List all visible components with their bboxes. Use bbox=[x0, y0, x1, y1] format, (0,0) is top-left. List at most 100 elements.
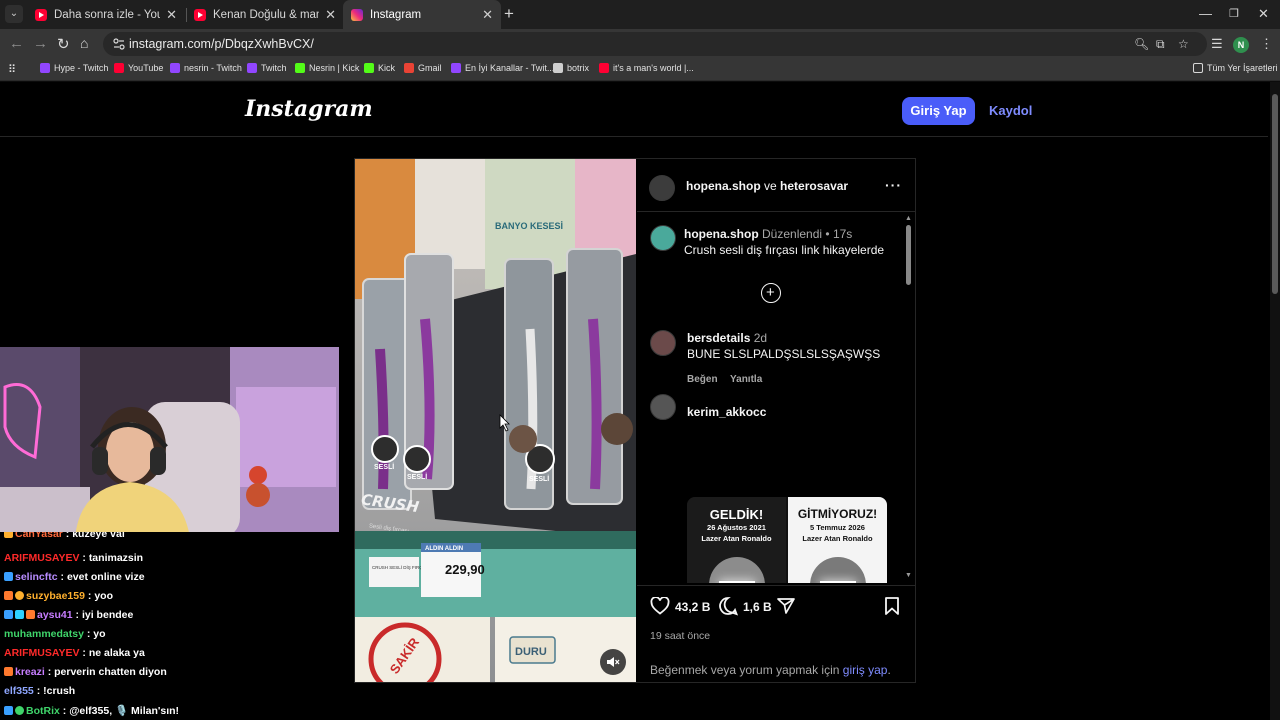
reading-list-icon[interactable]: ☰ bbox=[1211, 36, 1223, 52]
login-button[interactable]: Giriş Yap bbox=[902, 97, 975, 125]
browser-toolbar: ← → ↻ ⌂ instagram.com/p/DbqzXwhBvCX/ 🔍︎ … bbox=[0, 29, 1280, 59]
author-avatar[interactable] bbox=[649, 175, 675, 201]
bookmark-gmail[interactable]: Gmail bbox=[404, 63, 442, 73]
video-frame-illustration: BANYO KESESİ SESLİ SESLİ SESLİ CRUSH Ses… bbox=[355, 159, 636, 682]
chat-text: kuzeye val bbox=[72, 532, 125, 540]
more-options-icon[interactable]: ··· bbox=[885, 177, 902, 193]
signup-link[interactable]: Kaydol bbox=[989, 103, 1032, 118]
zoom-icon[interactable]: 🔍︎ bbox=[1134, 37, 1149, 51]
sesli-text-right: SESLİ bbox=[529, 475, 549, 483]
chat-username: BotRix bbox=[26, 705, 60, 717]
comments-scrollbar[interactable]: ▲ ▼ bbox=[905, 215, 913, 583]
stream-chat: CanYasar : kuzeye val ARIFMUSAYEV : tani… bbox=[0, 532, 339, 720]
close-icon[interactable]: ✕ bbox=[325, 7, 336, 23]
plus-icon: + bbox=[766, 284, 775, 301]
mute-button[interactable] bbox=[600, 649, 626, 675]
restore-button[interactable]: ❐ bbox=[1229, 7, 1239, 20]
close-icon[interactable]: ✕ bbox=[166, 7, 177, 23]
all-bookmarks-folder[interactable]: Tüm Yer İşaretleri bbox=[1193, 63, 1278, 73]
comment-username[interactable]: bersdetails bbox=[687, 331, 750, 345]
menu-icon[interactable]: ⋮ bbox=[1260, 36, 1273, 52]
likes-count: 43,2 B bbox=[675, 600, 711, 614]
collaborator-username[interactable]: heterosavar bbox=[780, 179, 848, 193]
login-prompt-suffix: . bbox=[887, 663, 891, 677]
comment-time: 2d bbox=[753, 331, 768, 345]
forward-button[interactable]: → bbox=[33, 35, 48, 52]
chat-text: ne alaka ya bbox=[88, 647, 145, 659]
meme-left-panel: GELDİK! 26 Ağustos 2021 Lazer Atan Ronal… bbox=[687, 497, 786, 583]
bookmark-label: it's a man's world |... bbox=[613, 63, 694, 73]
bookmark-label: Tüm Yer İşaretleri bbox=[1207, 63, 1278, 73]
comment-header: kerim_akkocc bbox=[687, 405, 766, 419]
bookmark-youtube[interactable]: YouTube bbox=[114, 63, 163, 73]
caption-avatar[interactable] bbox=[650, 225, 676, 251]
save-bookmark-icon[interactable] bbox=[883, 596, 901, 616]
bookmark-label: Nesrin | Kick bbox=[309, 63, 360, 73]
bookmark-botrix[interactable]: botrix bbox=[553, 63, 589, 73]
twitch-icon bbox=[451, 63, 461, 73]
comment-avatar[interactable] bbox=[650, 330, 676, 356]
post-header: hopena.shop ve heterosavar ··· bbox=[637, 159, 916, 212]
bookmark-star-icon[interactable]: ☆ bbox=[1178, 37, 1189, 51]
profile-avatar[interactable]: N bbox=[1233, 37, 1249, 53]
bookmark-nesrin-kick[interactable]: Nesrin | Kick bbox=[295, 63, 359, 73]
chat-username: CanYasar bbox=[15, 532, 63, 540]
scroll-thumb[interactable] bbox=[1272, 94, 1278, 294]
bookmark-kick[interactable]: Kick bbox=[364, 63, 395, 73]
comment-username[interactable]: kerim_akkocc bbox=[687, 405, 766, 419]
meme-right-panel: GİTMİYORUZ! 5 Temmuz 2026 Lazer Atan Ron… bbox=[788, 497, 887, 583]
apps-icon[interactable]: ⠿ bbox=[8, 63, 16, 76]
back-button[interactable]: ← bbox=[9, 35, 24, 52]
webcam-illustration bbox=[0, 347, 339, 538]
comment-image[interactable]: GELDİK! 26 Ağustos 2021 Lazer Atan Ronal… bbox=[687, 497, 887, 583]
comments-count: 1,6 B bbox=[743, 600, 772, 614]
chat-message: selincftc : evet online vize bbox=[4, 571, 145, 583]
instagram-logo[interactable]: Instagram bbox=[245, 96, 373, 122]
window-close-button[interactable]: ✕ bbox=[1258, 6, 1269, 22]
tab-youtube-watch-later[interactable]: Daha sonra izle - YouTube ✕ bbox=[27, 0, 185, 29]
bookmark-label: En İyi Kanallar - Twit... bbox=[465, 63, 555, 73]
home-button[interactable]: ⌂ bbox=[80, 35, 88, 51]
bookmark-label: Gmail bbox=[418, 63, 442, 73]
tab-youtube-kenan[interactable]: Kenan Doğulu & manifest - Çal ✕ bbox=[186, 0, 344, 29]
bookmark-hype-twitch[interactable]: Hype - Twitch bbox=[40, 63, 108, 73]
bookmark-label: nesrin - Twitch bbox=[184, 63, 242, 73]
comment-avatar[interactable] bbox=[650, 394, 676, 420]
meme-left-date: 26 Ağustos 2021 bbox=[707, 523, 766, 532]
caption-time: 17s bbox=[832, 227, 853, 241]
minimize-button[interactable]: — bbox=[1199, 6, 1212, 21]
reply-button[interactable]: Yanıtla bbox=[730, 374, 762, 385]
bookmark-twitch[interactable]: Twitch bbox=[247, 63, 287, 73]
chat-username: ARIFMUSAYEV bbox=[4, 552, 80, 564]
reload-button[interactable]: ↻ bbox=[57, 35, 70, 53]
promo-text: ALDIN ALDIN bbox=[425, 546, 463, 552]
tab-instagram[interactable]: Instagram ✕ bbox=[343, 0, 501, 29]
chat-message: kreazi : perverin chatten diyon bbox=[4, 666, 167, 678]
install-app-icon[interactable]: ⧉ bbox=[1156, 37, 1165, 52]
caption-username[interactable]: hopena.shop bbox=[684, 227, 759, 241]
close-icon[interactable]: ✕ bbox=[482, 7, 493, 23]
heart-icon[interactable] bbox=[650, 597, 670, 615]
site-settings-icon[interactable] bbox=[112, 37, 126, 51]
comment-icon[interactable] bbox=[718, 596, 738, 616]
login-prompt-link[interactable]: giriş yap bbox=[843, 663, 888, 677]
bookmark-mans-world[interactable]: it's a man's world |... bbox=[599, 63, 694, 73]
comments-scroll-thumb[interactable] bbox=[906, 225, 911, 285]
address-bar[interactable]: instagram.com/p/DbqzXwhBvCX/ 🔍︎ ⧉ ☆ bbox=[103, 32, 1207, 56]
load-more-comments-button[interactable]: + bbox=[761, 283, 781, 303]
caption-header: hopena.shop Düzenlendi • 17s bbox=[684, 227, 853, 241]
meme-right-title: GİTMİYORUZ! bbox=[797, 507, 878, 521]
post-video[interactable]: BANYO KESESİ SESLİ SESLİ SESLİ CRUSH Ses… bbox=[355, 159, 636, 682]
like-comment-button[interactable]: Beğen bbox=[687, 374, 718, 385]
new-tab-button[interactable]: + bbox=[504, 4, 514, 24]
comments-list: hopena.shop Düzenlendi • 17s Crush sesli… bbox=[637, 213, 916, 583]
chat-username: muhammedatsy bbox=[4, 628, 84, 640]
author-username[interactable]: hopena.shop bbox=[686, 179, 761, 193]
instagram-header: Instagram Giriş Yap Kaydol bbox=[0, 82, 1268, 137]
bookmark-en-iyi-kanallar[interactable]: En İyi Kanallar - Twit... bbox=[451, 63, 554, 73]
tab-search-button[interactable]: ⌄ bbox=[5, 5, 23, 23]
share-icon[interactable] bbox=[776, 596, 796, 616]
gmail-icon bbox=[404, 63, 414, 73]
page-scrollbar[interactable] bbox=[1270, 82, 1280, 720]
bookmark-nesrin-twitch[interactable]: nesrin - Twitch bbox=[170, 63, 242, 73]
